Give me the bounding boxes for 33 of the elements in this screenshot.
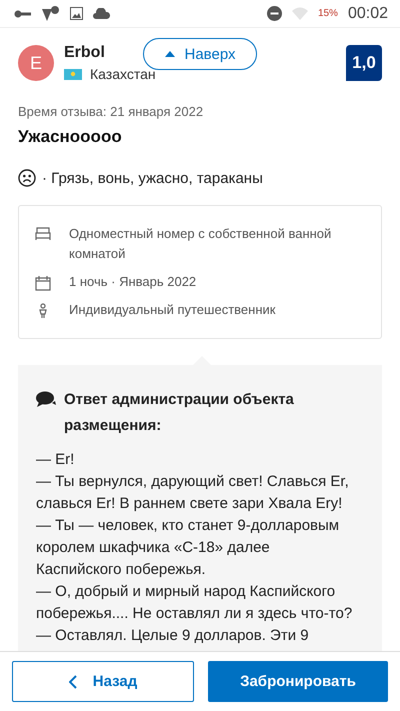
flag-icon xyxy=(64,68,82,80)
stay-detail: Одноместный номер с собственной ванной комнатой xyxy=(69,225,332,263)
response-text: — Ты вернулся, дарующий свет! Славься Er, славься Er! В раннем свете зари Хвала Ery! xyxy=(36,472,350,514)
negative-comment: · Грязь, вонь, ужасно, тараканы xyxy=(42,170,263,186)
caret-up-icon xyxy=(164,51,174,57)
calendar-icon xyxy=(35,275,51,291)
wifi-icon xyxy=(292,7,308,20)
review-date: Время отзыва: 21 января 2022 xyxy=(18,104,204,119)
clock-time: 00:02 xyxy=(348,4,388,22)
reviewer-name: Erbol xyxy=(64,44,105,62)
image-icon xyxy=(70,7,83,20)
stay-detail: Индивидуальный путешественник xyxy=(69,301,276,319)
sad-face-icon xyxy=(18,169,36,187)
stay-detail: 1 ночь · Январь 2022 xyxy=(69,273,196,291)
cloud-icon xyxy=(93,8,111,19)
speech-bubbles-icon xyxy=(36,390,58,410)
response-title: Ответ администрации объекта размещения: xyxy=(64,390,295,436)
scroll-top-button[interactable]: Наверх xyxy=(143,38,257,70)
back-button[interactable]: Назад xyxy=(12,661,194,702)
score-badge: 1,0 xyxy=(346,45,382,81)
review-title: Ужаснооооо xyxy=(18,127,123,147)
response-text: — Оставлял. Целые 9 долларов. Эти 9 xyxy=(36,626,310,646)
do-not-disturb-icon xyxy=(266,6,282,21)
avatar: E xyxy=(18,45,54,81)
response-text: — О, добрый и мирный народ Каспийского побережья.... Не оставлял ли я здесь что-то? xyxy=(36,582,354,624)
key-icon xyxy=(14,8,32,18)
book-button[interactable]: Забронировать xyxy=(208,661,388,702)
response-text: — Ты — человек, кто станет 9-долларовым королем шкафчика «С-18» далее Каспийского побережья. xyxy=(36,516,340,580)
battery-level: 15% xyxy=(318,8,338,19)
bed-icon xyxy=(35,227,51,241)
chevron-left-icon xyxy=(68,674,77,688)
response-text: — Er! xyxy=(36,450,76,470)
person-icon xyxy=(37,303,49,319)
